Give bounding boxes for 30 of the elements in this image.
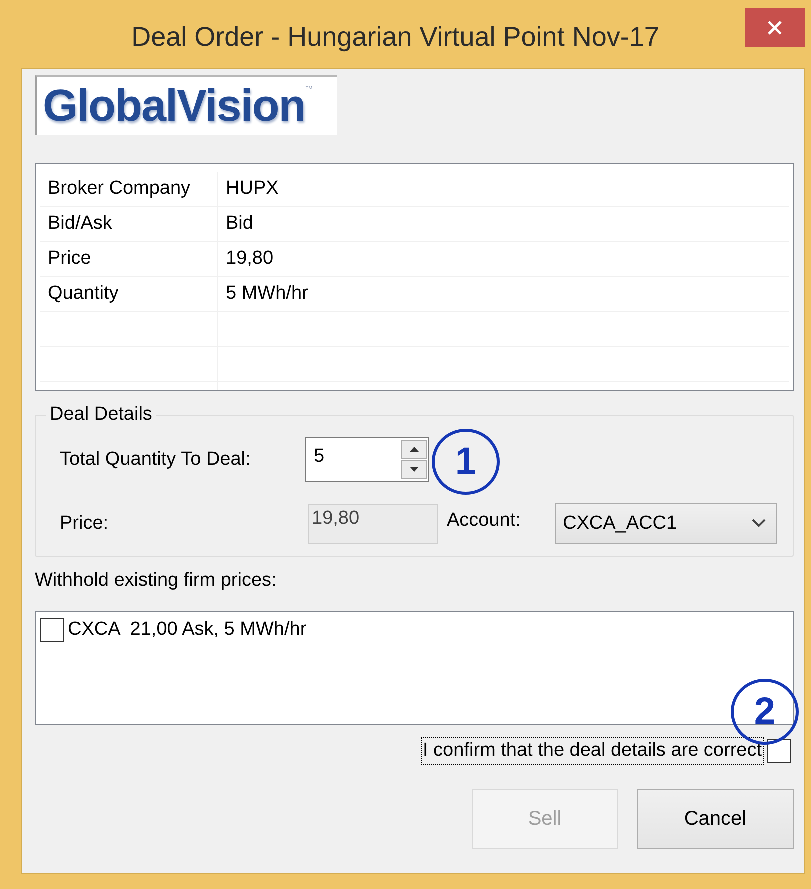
checkbox[interactable] [40,618,64,642]
table-cell: Bid/Ask [40,207,218,241]
logo: GlobalVision™ [35,75,337,135]
table-cell-text: 19,80 [225,247,274,271]
table-cell-text: HUPX [225,177,279,201]
chevron-down-icon [752,519,766,528]
down-arrow-icon [410,467,418,472]
callout-number: 1 [432,429,500,495]
spin-up-button[interactable] [401,440,427,459]
quantity-label: Total Quantity To Deal: [60,448,252,470]
confirm-label[interactable]: I confirm that the deal details are correct [421,736,764,764]
account-dropdown[interactable]: CXCA_ACC1 [555,503,777,544]
quantity-spinner[interactable]: 5 [305,437,429,482]
list-item[interactable]: CXCA 21,00 Ask, 5 MWh/hr [68,619,307,641]
withhold-label: Withhold existing firm prices: [35,570,277,591]
close-icon [767,20,783,36]
close-button[interactable] [745,8,805,47]
table-cell-text: 5 MWh/hr [225,282,308,306]
account-label: Account: [447,510,522,532]
table-cell: Quantity [40,277,218,311]
table-cell-text: Bid [225,212,254,236]
table-cell: Broker Company [40,172,218,206]
checkbox[interactable] [767,738,791,762]
table-cell: Price [40,242,218,276]
up-arrow-icon [410,447,418,452]
window-title: Deal Order - Hungarian Virtual Point Nov-17 [132,22,660,53]
spin-down-button[interactable] [401,460,427,479]
price-label: Price: [60,512,110,534]
cancel-button[interactable]: Cancel [637,789,794,849]
callout-number: 2 [731,679,799,745]
